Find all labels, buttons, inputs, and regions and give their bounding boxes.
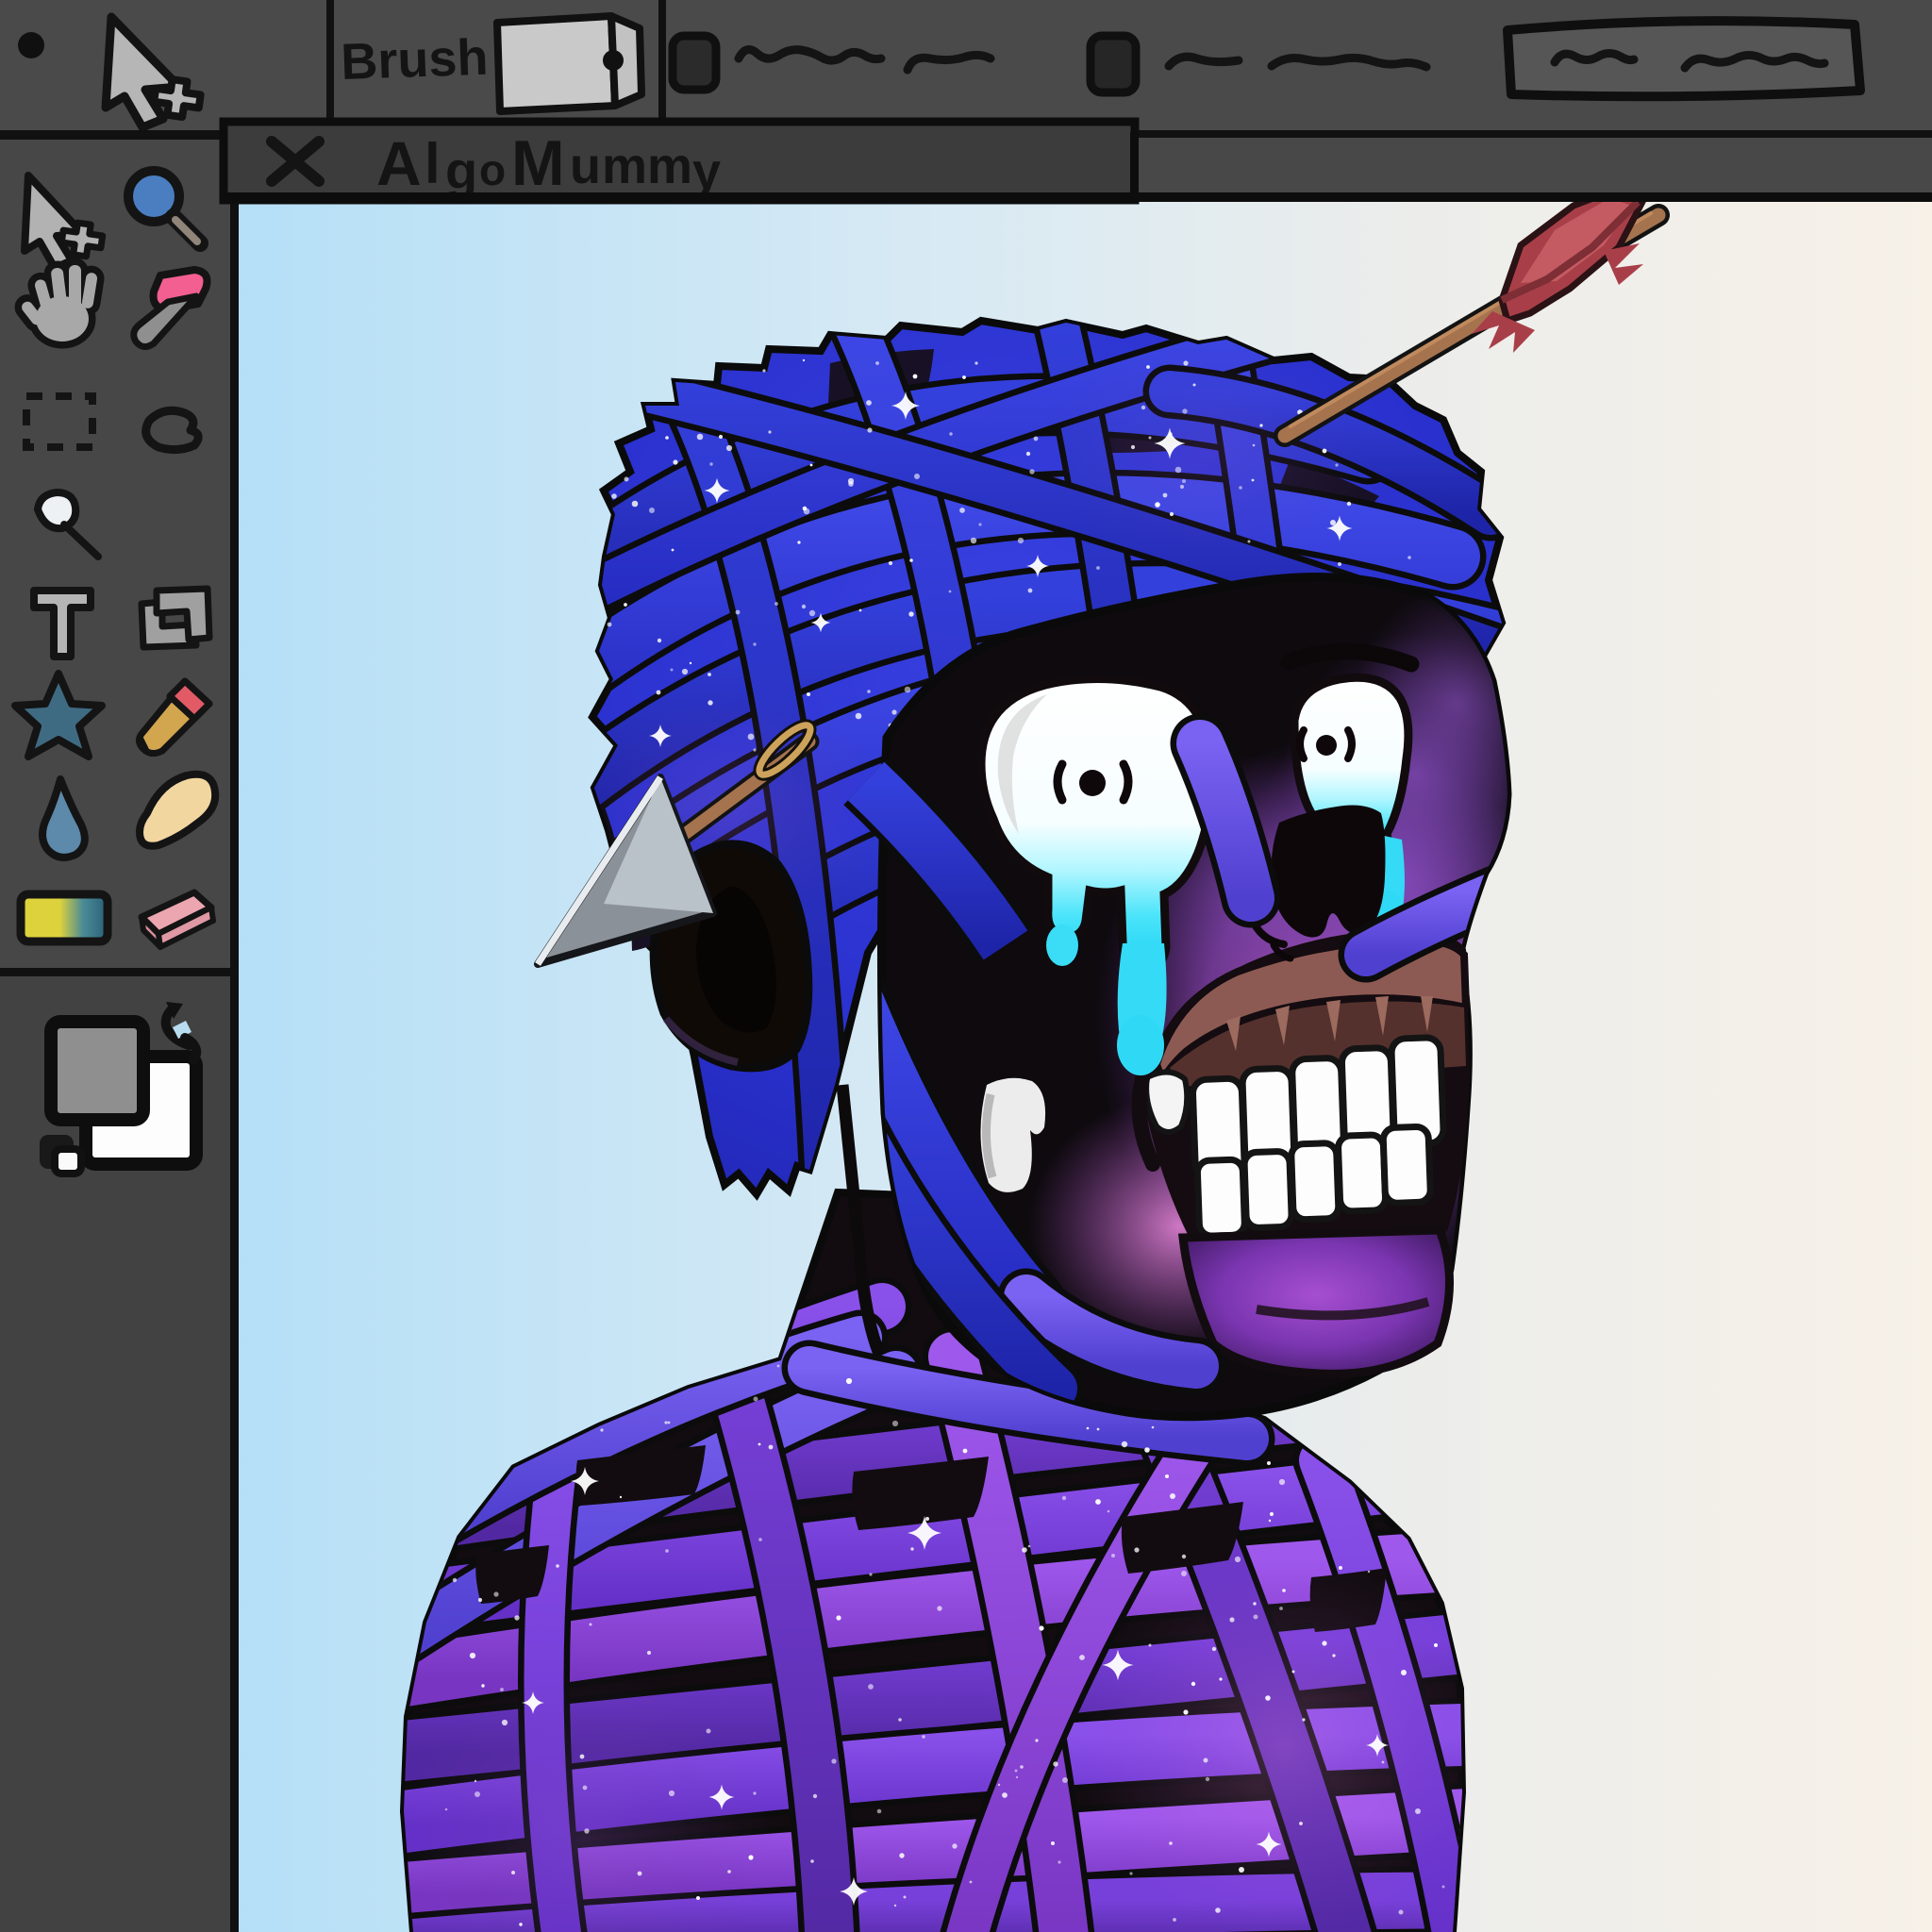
svg-text:Brush: Brush	[340, 29, 489, 91]
svg-text:AlgoMummy: AlgoMummy	[376, 127, 721, 200]
